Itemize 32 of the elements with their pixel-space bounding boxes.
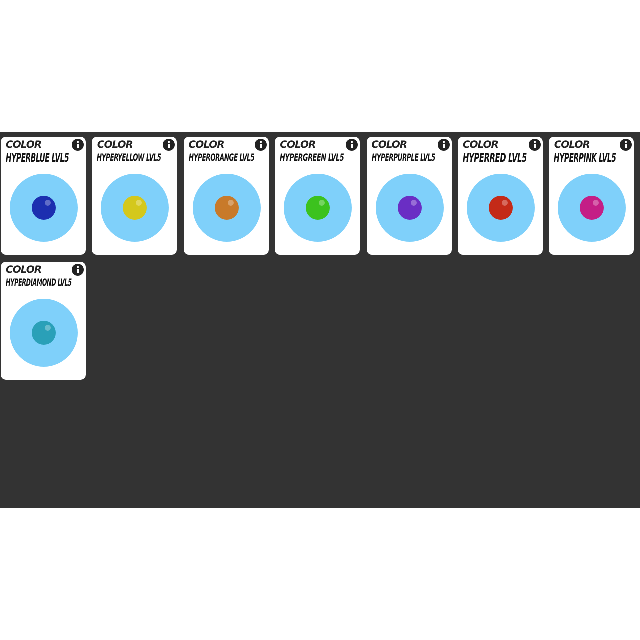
card-category: COLOR <box>6 140 42 152</box>
card-category: COLOR <box>280 140 316 152</box>
info-icon[interactable] <box>620 139 632 151</box>
card-title: HYPERGREEN LVL5 <box>280 152 344 165</box>
card-title: HYPERORANGE LVL5 <box>188 152 254 165</box>
card-category: COLOR <box>188 140 224 152</box>
color-card[interactable]: COLOR HYPERPURPLE LVL5 <box>366 137 452 255</box>
card-title: HYPERPINK LVL5 <box>554 152 617 165</box>
color-card[interactable]: COLOR HYPERPINK LVL5 <box>549 137 634 255</box>
info-icon[interactable] <box>72 264 84 276</box>
color-card[interactable]: COLOR HYPERDIAMOND LVL5 <box>1 262 86 380</box>
color-card[interactable]: COLOR HYPERRED LVL5 <box>458 137 543 255</box>
color-card[interactable]: COLOR HYPERORANGE LVL5 <box>184 137 269 255</box>
info-icon[interactable] <box>346 139 358 151</box>
card-title: HYPERRED LVL5 <box>462 152 527 165</box>
card-category: COLOR <box>97 140 133 152</box>
info-icon[interactable] <box>438 139 450 151</box>
card-title: HYPERPURPLE LVL5 <box>372 152 435 165</box>
card-title: HYPERBLUE LVL5 <box>6 152 70 165</box>
color-card[interactable]: COLOR HYPERYELLOW LVL5 <box>92 137 178 255</box>
info-icon[interactable] <box>528 139 541 151</box>
card-category: COLOR <box>6 265 42 277</box>
card-title: HYPERDIAMOND LVL5 <box>6 277 72 290</box>
card-category: COLOR <box>554 140 590 152</box>
info-icon[interactable] <box>163 139 176 151</box>
card-category: COLOR <box>462 140 499 152</box>
info-icon[interactable] <box>72 139 84 151</box>
card-category: COLOR <box>372 140 408 152</box>
color-card[interactable]: COLOR HYPERBLUE LVL5 <box>1 137 86 255</box>
card-title: HYPERYELLOW LVL5 <box>97 152 162 165</box>
color-card[interactable]: COLOR HYPERGREEN LVL5 <box>275 137 360 255</box>
info-icon[interactable] <box>254 139 267 151</box>
